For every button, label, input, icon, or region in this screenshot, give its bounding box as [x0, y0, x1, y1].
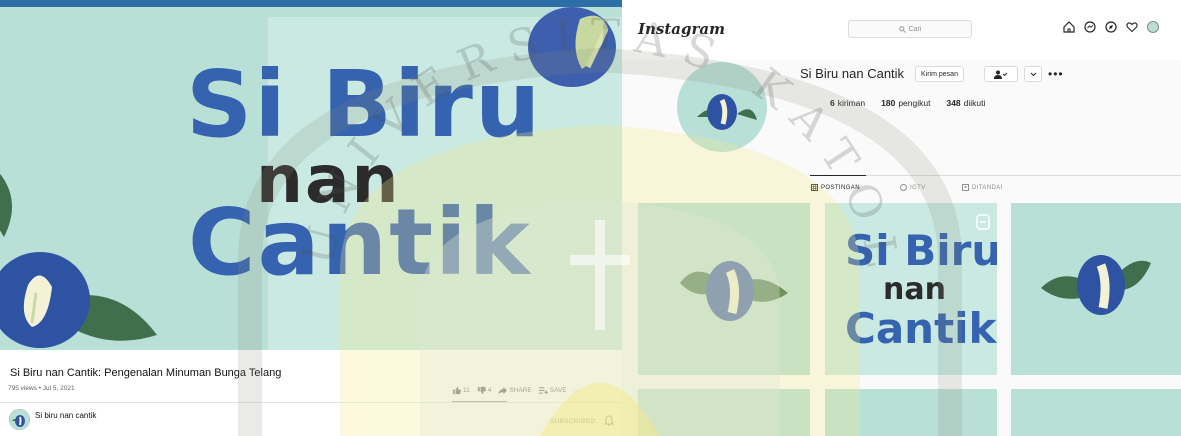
posts-stat: 6 kiriman	[830, 98, 865, 108]
divider	[0, 402, 622, 403]
tab-posts-label: POSTINGAN	[821, 184, 860, 191]
flower-bottom-left	[0, 252, 157, 348]
youtube-panel: Si Biru nan Cantik Si Biru nan Cantik: P…	[0, 0, 622, 436]
flower-icon	[697, 94, 757, 130]
flower-icon	[9, 409, 30, 430]
profile-picture[interactable]	[677, 62, 767, 152]
thumbnail-title-line-1: Si Biru	[186, 51, 543, 158]
flower-icon	[1041, 255, 1151, 315]
following-count: 348	[946, 98, 961, 108]
like-button[interactable]: 11	[452, 386, 470, 395]
tile-title-line-2: nan	[883, 272, 946, 307]
user-check-icon	[994, 70, 1008, 79]
suggested-accounts-button[interactable]	[1024, 66, 1042, 82]
search-input[interactable]: Cari	[848, 20, 972, 38]
flower-icon	[680, 261, 788, 321]
grid-icon	[811, 184, 818, 191]
igtv-icon	[900, 184, 907, 191]
share-label: SHARE	[509, 386, 532, 394]
options-button[interactable]: •••	[1048, 66, 1064, 82]
video-actions: 11 4 SHARE SAVE ···	[452, 384, 580, 396]
heart-icon[interactable]	[1126, 21, 1138, 33]
search-icon	[898, 25, 906, 33]
playlist-add-icon	[538, 386, 548, 394]
tab-igtv[interactable]: IGTV	[900, 184, 926, 191]
thumbnail-title-line-3: Cantik	[188, 189, 532, 296]
post-tile[interactable]	[825, 389, 997, 436]
followers-stat[interactable]: 180 pengikut	[881, 98, 930, 108]
tile-title-line-1: Si Biru	[845, 226, 997, 275]
chevron-down-icon	[1030, 72, 1036, 76]
thumbs-down-icon	[477, 386, 486, 394]
dislike-count: 4	[487, 386, 492, 394]
search-placeholder: Cari	[908, 25, 922, 33]
followers-label: pengikut	[898, 98, 931, 108]
video-meta: 795 views • Jul 5, 2021	[8, 385, 75, 392]
screenshot-root: Si Biru nan Cantik Si Biru nan Cantik: P…	[0, 0, 1181, 436]
share-icon	[498, 386, 508, 394]
send-message-button[interactable]: Kirim pesan	[915, 66, 964, 82]
following-button[interactable]	[984, 66, 1018, 82]
following-stat[interactable]: 348 diikuti	[946, 98, 985, 108]
tab-igtv-label: IGTV	[910, 184, 926, 191]
dislike-button[interactable]: 4	[477, 386, 492, 395]
tab-tagged[interactable]: DITANDAI	[962, 184, 1003, 191]
post-tile[interactable]	[638, 389, 810, 436]
share-button[interactable]: SHARE	[498, 386, 532, 395]
active-tab-indicator	[810, 175, 866, 176]
messenger-icon[interactable]	[1084, 21, 1096, 33]
instagram-panel: Instagram Cari Si Biru nan Cantik Kirim …	[622, 0, 1181, 436]
leaf-left	[0, 173, 12, 237]
tile-title-line-3: Cantik	[845, 304, 997, 353]
video-player[interactable]: Si Biru nan Cantik	[0, 7, 622, 350]
save-button[interactable]: SAVE	[538, 386, 567, 395]
post-tile[interactable]	[1011, 389, 1181, 436]
save-label: SAVE	[549, 386, 567, 394]
subscribe-button[interactable]: SUBSCRIBED	[550, 418, 595, 425]
posts-count: 6	[830, 98, 835, 108]
thumbs-up-icon	[452, 386, 461, 394]
post-title-art: Si Biru nan Cantik	[845, 214, 997, 353]
home-icon[interactable]	[1063, 21, 1075, 33]
profile-username: Si Biru nan Cantik	[800, 66, 905, 81]
following-label: diikuti	[963, 98, 986, 108]
more-actions-label: ···	[573, 386, 581, 394]
tab-tagged-label: DITANDAI	[972, 184, 1003, 191]
channel-avatar[interactable]	[9, 409, 30, 430]
compass-icon[interactable]	[1105, 21, 1117, 33]
channel-name[interactable]: Si biru nan cantik	[35, 411, 96, 420]
post-tile[interactable]	[638, 203, 810, 375]
instagram-nav	[1063, 21, 1159, 33]
nav-avatar[interactable]	[1147, 21, 1159, 33]
tag-user-icon	[962, 184, 969, 191]
post-tile[interactable]: Si Biru nan Cantik	[825, 203, 997, 375]
instagram-header: Instagram Cari	[622, 0, 1181, 60]
tab-posts[interactable]: POSTINGAN	[811, 184, 860, 191]
profile-stats: 6 kiriman 180 pengikut 348 diikuti	[830, 98, 985, 108]
followers-count: 180	[881, 98, 896, 108]
posts-label: kiriman	[837, 98, 866, 108]
instagram-logo[interactable]: Instagram	[638, 20, 725, 38]
video-info: Si Biru nan Cantik: Pengenalan Minuman B…	[0, 350, 622, 436]
more-actions-button[interactable]: ···	[574, 387, 581, 394]
like-count: 11	[463, 386, 470, 394]
bell-icon[interactable]	[604, 415, 614, 426]
video-title: Si Biru nan Cantik: Pengenalan Minuman B…	[10, 367, 282, 379]
post-tile[interactable]	[1011, 203, 1181, 375]
youtube-progress-bar	[0, 0, 622, 7]
